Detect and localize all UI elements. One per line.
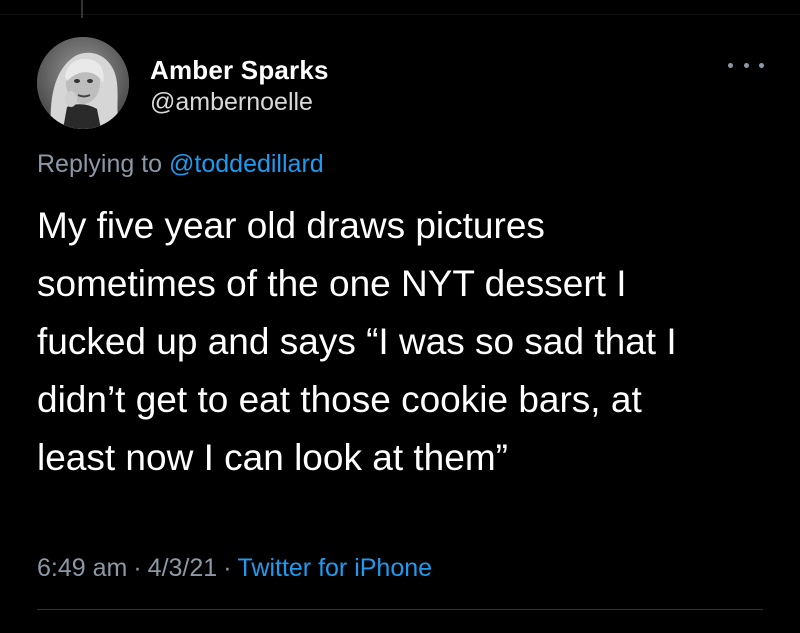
- tweet-metadata: 6:49 am · 4/3/21 · Twitter for iPhone: [37, 554, 432, 583]
- bottom-divider: [37, 609, 763, 610]
- replying-to: Replying to @toddedillard: [37, 150, 324, 179]
- separator: ·: [133, 554, 142, 582]
- more-horizontal-icon-dot: [728, 62, 733, 68]
- user-avatar-photo-icon: [37, 37, 129, 129]
- more-horizontal-icon-dot: [759, 62, 764, 68]
- more-horizontal-icon-dot: [743, 62, 749, 68]
- author-handle[interactable]: @ambernoelle: [150, 88, 313, 117]
- replying-prefix: Replying to: [37, 150, 163, 178]
- tweet-date[interactable]: 4/3/21: [148, 554, 218, 582]
- top-divider: [0, 14, 800, 15]
- thread-connector-line: [81, 0, 83, 18]
- tweet-text: My five year old draws pictures sometime…: [37, 197, 777, 487]
- avatar[interactable]: [37, 37, 129, 129]
- separator: ·: [223, 554, 232, 582]
- tweet-text-line: least now I can look at them”: [37, 437, 508, 478]
- tweet-text-line: My five year old draws pictures: [37, 205, 545, 246]
- tweet-text-line: fucked up and says “I was so sad that I: [37, 321, 677, 362]
- more-options-button[interactable]: [728, 55, 764, 75]
- replying-mention-link[interactable]: @toddedillard: [169, 150, 324, 178]
- tweet-text-line: didn’t get to eat those cookie bars, at: [37, 379, 642, 420]
- tweet-text-line: sometimes of the one NYT dessert I: [37, 263, 627, 304]
- tweet-time[interactable]: 6:49 am: [37, 554, 127, 582]
- tweet-source-link[interactable]: Twitter for iPhone: [238, 554, 433, 582]
- author-name[interactable]: Amber Sparks: [150, 55, 329, 86]
